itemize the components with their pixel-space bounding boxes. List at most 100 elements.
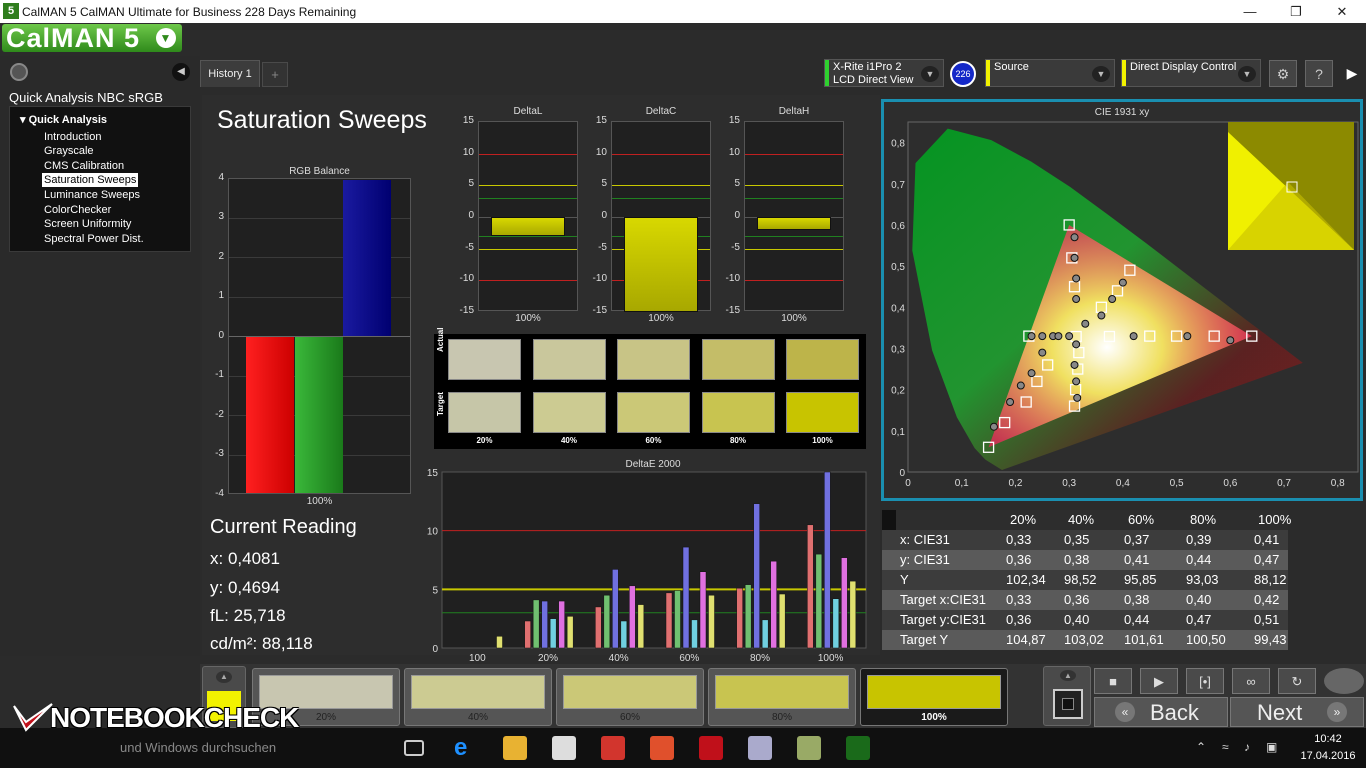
calman-logo[interactable]: CalMAN 5 ▼ (2, 24, 182, 52)
workflow-item-saturation-sweeps[interactable]: Saturation Sweeps (42, 173, 139, 187)
bracket-icon[interactable]: [•] (1186, 668, 1224, 694)
table-cell: 0,47 (1186, 612, 1212, 627)
cie-xtick: 0,5 (1170, 478, 1184, 489)
deltae-bar (682, 546, 690, 649)
table-cell: 103,02 (1064, 632, 1104, 647)
chevron-down-icon: ▼ (1092, 66, 1110, 82)
collapse-left-icon[interactable]: ◀ (172, 63, 190, 81)
meter-badge[interactable]: 226 (950, 61, 976, 87)
rgb-balance-title: RGB Balance (289, 166, 350, 177)
minimize-icon[interactable]: — (1227, 0, 1273, 23)
chevron-down-icon: ▼ (156, 28, 176, 48)
deltal-tick: -10 (459, 273, 474, 285)
back-button[interactable]: « Back (1094, 697, 1228, 727)
workflow-item-introduction[interactable]: Introduction (42, 130, 103, 144)
screenshot-icon[interactable] (748, 736, 772, 760)
workflow-title: Quick Analysis NBC sRGB (9, 90, 163, 105)
table-row-label: Y (900, 572, 909, 587)
workflow-item-colorchecker[interactable]: ColorChecker (42, 203, 113, 217)
measured-point (1006, 398, 1015, 406)
table-header-cell: 100% (1258, 512, 1292, 527)
paint-icon[interactable] (797, 736, 821, 760)
deltae-bar (549, 618, 557, 649)
mcafee-icon[interactable] (699, 736, 723, 760)
reader-icon[interactable] (601, 736, 625, 760)
add-tab-button[interactable]: + (262, 62, 288, 87)
tray-up-icon[interactable]: ⌃ (1196, 740, 1206, 754)
deltae-bar (665, 592, 673, 649)
gear-icon[interactable]: ⚙ (1269, 60, 1297, 87)
workflow-item-screen-uniformity[interactable]: Screen Uniformity (42, 217, 133, 231)
bottom-swatch-button[interactable]: 40% (404, 668, 552, 726)
next-button[interactable]: Next » (1230, 697, 1364, 727)
bottom-swatch-button[interactable]: 80% (708, 668, 856, 726)
tab-history-1[interactable]: History 1 (200, 60, 260, 87)
rgb-tick: -4 (215, 488, 224, 499)
taskbar-search[interactable]: und Windows durchsuchen (120, 740, 276, 755)
edge-icon[interactable]: e (454, 736, 478, 760)
table-cell: 0,47 (1254, 552, 1280, 567)
cie-xtick: 0,7 (1277, 478, 1291, 489)
display-control-selector[interactable]: Direct Display Control ▼ (1121, 59, 1261, 87)
table-cell: 0,40 (1186, 592, 1212, 607)
logo-text: CalMAN 5 (6, 23, 141, 53)
deltae-xtick: 20% (538, 653, 558, 663)
deltal-tick: 5 (468, 178, 474, 190)
deltae-xtick: 100% (818, 653, 844, 663)
bottom-swatch-button[interactable]: 100% (860, 668, 1008, 726)
reference-line (745, 236, 843, 237)
close-icon[interactable]: ✕ (1319, 0, 1365, 23)
collapse-right-icon[interactable]: ▶ (1340, 60, 1364, 87)
deltac-xlabel: 100% (648, 313, 674, 324)
meter-selector[interactable]: X-Rite i1Pro 2 LCD Direct View ▼ (824, 59, 944, 87)
explorer-icon[interactable] (503, 736, 527, 760)
bottom-swatch-button[interactable]: 60% (556, 668, 704, 726)
store-icon[interactable] (552, 736, 576, 760)
maximize-icon[interactable]: ❐ (1273, 0, 1319, 23)
workflow-item-spectral-power[interactable]: Spectral Power Dist. (42, 232, 146, 246)
workflow-item-cms-calibration[interactable]: CMS Calibration (42, 159, 126, 173)
deltac-tick: -15 (592, 305, 607, 316)
table-row-label: x: CIE31 (900, 532, 950, 547)
deltac-bar (624, 217, 698, 312)
delta-l-chart: DeltaL 15 10 5 0 -5 -10 -15 100% (456, 105, 580, 325)
table-cell: 0,36 (1064, 592, 1090, 607)
deltae-bar (761, 619, 769, 649)
stop-button[interactable] (1053, 689, 1083, 719)
loop-icon[interactable]: ∞ (1232, 668, 1270, 694)
measured-point (989, 422, 998, 431)
play-icon[interactable]: ▶ (1140, 668, 1178, 694)
stop-measure-icon[interactable]: ■ (1094, 668, 1132, 694)
collapse-up-icon[interactable]: ▲ (1060, 670, 1076, 681)
calman-taskbar-icon[interactable] (846, 736, 870, 760)
actual-swatch (786, 339, 859, 380)
deltah-xlabel: 100% (781, 313, 807, 324)
workflow-item-grayscale[interactable]: Grayscale (42, 144, 96, 158)
swatch-panel: Actual Target 20% 40% 60% 80% 100% (434, 328, 866, 449)
workflow-root[interactable]: ▾ Quick Analysis (20, 113, 107, 126)
reference-line (612, 185, 710, 187)
deltae-bar (620, 620, 628, 649)
table-cell: 0,44 (1124, 612, 1150, 627)
measured-point (1226, 336, 1235, 345)
table-cell: 104,87 (1006, 632, 1046, 647)
pin-icon[interactable] (10, 63, 28, 81)
measured-point (1038, 332, 1047, 341)
notification-icon[interactable]: ▣ (1266, 740, 1277, 754)
record-icon[interactable] (1324, 668, 1364, 694)
task-view-icon[interactable] (404, 740, 424, 756)
source-selector[interactable]: Source ▼ (985, 59, 1115, 87)
refresh-icon[interactable]: ↻ (1278, 668, 1316, 694)
table-cell: 0,36 (1006, 612, 1032, 627)
deltae-bar (566, 616, 574, 649)
help-icon[interactable]: ? (1305, 60, 1333, 87)
deltal-tick: 0 (468, 210, 474, 221)
collapse-up-icon[interactable]: ▲ (216, 671, 232, 683)
wifi-icon[interactable]: ≈ (1222, 740, 1229, 754)
app-icon-orange[interactable] (650, 736, 674, 760)
volume-icon[interactable]: ♪ (1244, 740, 1250, 754)
deltae-xtick: 100 (469, 653, 486, 663)
workflow-item-luminance-sweeps[interactable]: Luminance Sweeps (42, 188, 142, 202)
table-row-label: y: CIE31 (900, 552, 950, 567)
measured-point (1097, 311, 1106, 320)
